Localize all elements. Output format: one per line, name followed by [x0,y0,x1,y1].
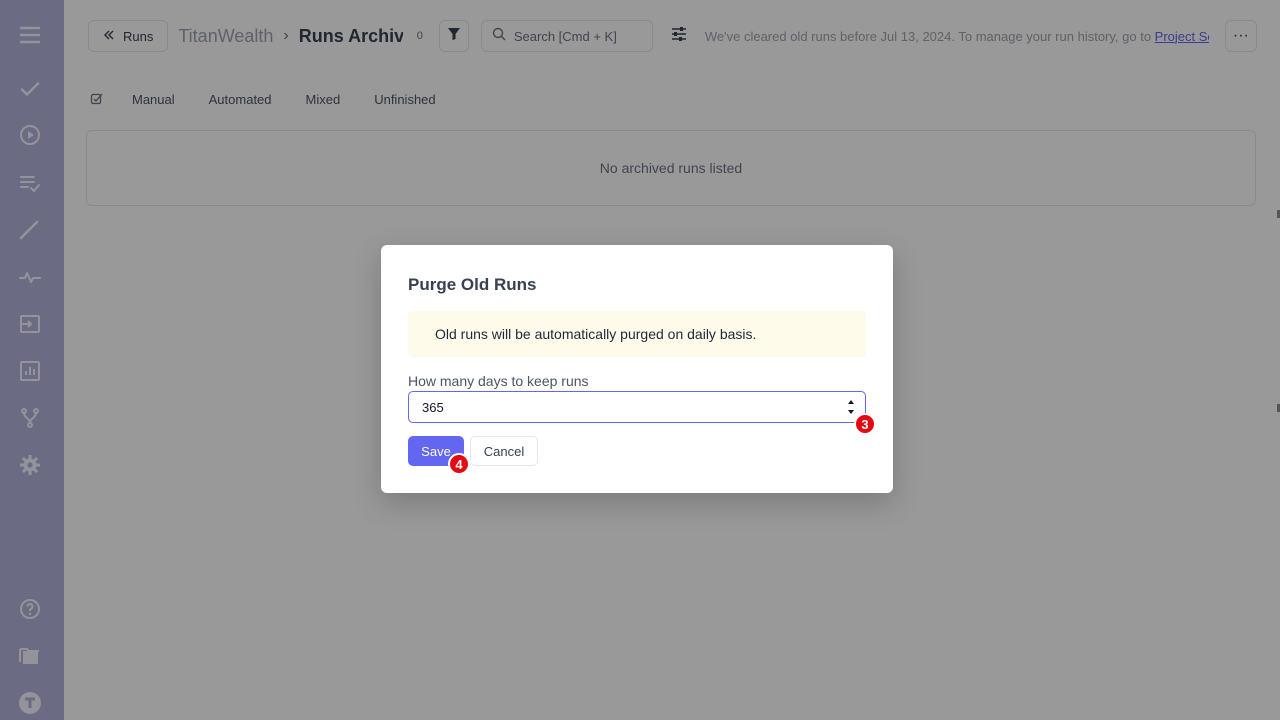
alert-text: Old runs will be automatically purged on… [435,326,757,342]
dialog-title: Purge Old Runs [408,275,537,294]
step-badge-4: 4 [448,453,470,475]
number-stepper[interactable] [846,400,855,414]
stepper-down-icon[interactable] [847,410,854,414]
days-to-keep-input[interactable] [409,399,829,415]
step-badge-3: 3 [854,413,876,435]
days-field-label: How many days to keep runs [408,373,589,389]
purge-info-alert: Old runs will be automatically purged on… [408,311,866,357]
stepper-up-icon[interactable] [847,400,854,404]
days-input-wrapper [408,391,866,423]
cancel-button[interactable]: Cancel [470,436,538,466]
